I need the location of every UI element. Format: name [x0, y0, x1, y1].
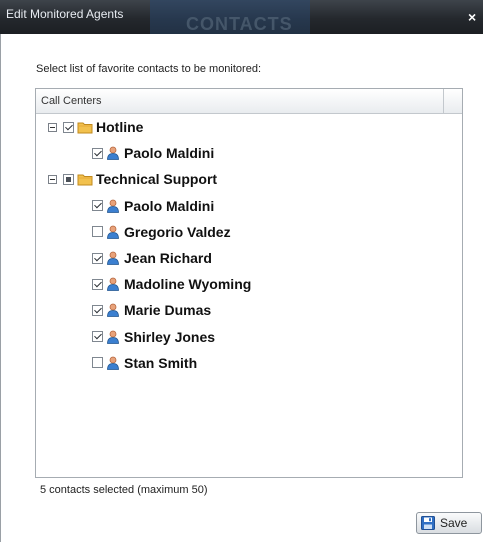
tree-contact-row[interactable]: Shirley Jones — [92, 326, 215, 348]
dialog-border — [0, 34, 1, 542]
contact-label: Gregorio Valdez — [124, 223, 231, 240]
background-tab-label: CONTACTS — [186, 14, 293, 34]
background-tab: CONTACTS — [150, 0, 310, 34]
folder-icon — [77, 174, 93, 186]
person-icon — [107, 277, 119, 292]
column-header-label: Call Centers — [41, 95, 102, 107]
contact-label: Shirley Jones — [124, 328, 216, 345]
tree-contact-row[interactable]: Madoline Wyoming — [92, 273, 251, 295]
selection-status: 5 contacts selected (maximum 50) — [40, 484, 208, 496]
dialog-title-bar[interactable]: CONTACTS Edit Monitored Agents × — [0, 0, 483, 34]
contacts-tree-panel: Call Centers Hotline Paolo Maldini Technic… — [35, 88, 463, 478]
save-button[interactable]: Save — [416, 512, 482, 534]
person-icon — [107, 303, 119, 318]
tree-contact-row[interactable]: Jean Richard — [92, 247, 212, 269]
contact-checkbox[interactable] — [92, 252, 103, 264]
instruction-text: Select list of favorite contacts to be m… — [36, 63, 262, 75]
column-header[interactable]: Call Centers — [36, 89, 462, 114]
tree-contact-row[interactable]: Gregorio Valdez — [92, 221, 231, 243]
contact-label: Jean Richard — [124, 250, 212, 266]
save-button-label: Save — [440, 516, 468, 530]
person-icon — [107, 146, 119, 161]
contact-checkbox[interactable] — [92, 147, 103, 159]
person-icon — [107, 356, 119, 370]
edit-monitored-agents-dialog: CONTACTS Edit Monitored Agents × Select … — [0, 0, 483, 542]
collapse-toggle-icon[interactable] — [48, 174, 57, 184]
contact-label: Marie Dumas — [124, 302, 212, 319]
contact-checkbox[interactable] — [92, 357, 103, 369]
contact-label: Paolo Maldini — [124, 145, 215, 162]
contact-label: Madoline Wyoming — [124, 276, 252, 293]
contact-checkbox[interactable] — [92, 278, 103, 290]
close-icon[interactable]: × — [468, 9, 476, 25]
contact-label: Stan Smith — [124, 354, 198, 371]
folder-icon — [77, 122, 93, 134]
person-icon — [107, 199, 119, 213]
person-icon — [107, 251, 119, 265]
contact-label: Paolo Maldini — [124, 197, 215, 214]
group-label: Technical Support — [96, 171, 218, 188]
contact-checkbox[interactable] — [92, 200, 103, 212]
person-icon — [107, 330, 119, 344]
save-icon — [421, 516, 435, 530]
dialog-title: Edit Monitored Agents — [6, 7, 124, 21]
contact-checkbox[interactable] — [92, 304, 103, 316]
tree-contact-row[interactable]: Marie Dumas — [92, 299, 211, 321]
tree-contact-row[interactable]: Paolo Maldini — [92, 142, 214, 164]
collapse-toggle-icon[interactable] — [48, 122, 57, 132]
group-checkbox[interactable] — [63, 173, 74, 185]
person-icon — [107, 225, 119, 239]
column-separator[interactable] — [443, 89, 444, 113]
tree-contact-row[interactable]: Paolo Maldini — [92, 195, 214, 217]
group-checkbox[interactable] — [63, 121, 74, 133]
contact-checkbox[interactable] — [92, 226, 103, 238]
tree-group-row[interactable]: Hotline — [48, 116, 143, 138]
tree-contact-row[interactable]: Stan Smith — [92, 352, 197, 374]
tree-group-row[interactable]: Technical Support — [48, 168, 217, 190]
group-label: Hotline — [96, 119, 144, 135]
contact-checkbox[interactable] — [92, 331, 103, 343]
